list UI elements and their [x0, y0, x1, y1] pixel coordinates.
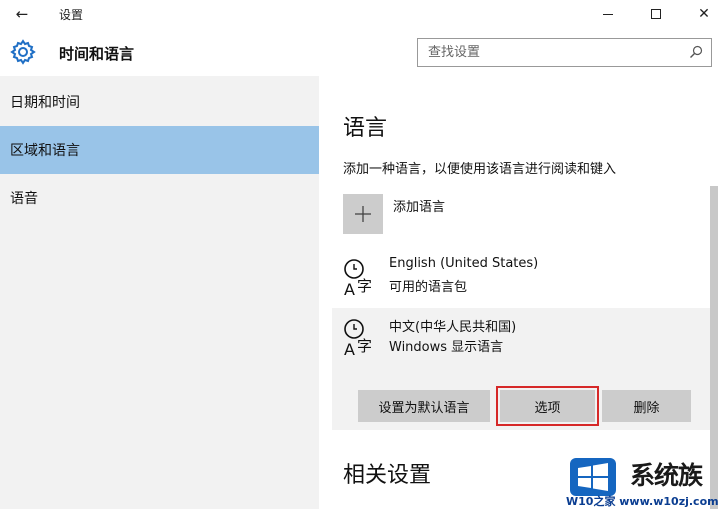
sidebar-item-label: 日期和时间 [10, 95, 80, 111]
svg-text:字: 字 [357, 337, 372, 355]
language-icon: A 字 [344, 259, 372, 298]
maximize-icon [651, 9, 661, 19]
minimize-button[interactable] [584, 0, 632, 28]
add-language-label: 添加语言 [393, 200, 446, 215]
window-title: 设置 [59, 8, 84, 22]
sidebar-item-region-language[interactable]: 区域和语言 [0, 126, 319, 174]
related-settings-title: 相关设置 [343, 463, 432, 488]
sidebar-item-speech[interactable]: 语音 [0, 174, 319, 222]
plus-icon [343, 194, 383, 234]
language-icon: A 字 [344, 319, 372, 358]
sidebar-item-label: 区域和语言 [10, 143, 80, 159]
page-title: 时间和语言 [59, 45, 135, 63]
search-icon[interactable] [689, 45, 703, 59]
language-status: Windows 显示语言 [389, 340, 504, 355]
svg-text:字: 字 [357, 277, 372, 295]
page-header: 时间和语言 [0, 28, 727, 76]
language-section-title: 语言 [343, 116, 388, 141]
sidebar-item-label: 语音 [10, 191, 38, 207]
close-button[interactable]: ✕ [680, 0, 727, 28]
watermark: 系统族 W10之家 www.w10zj.com [560, 452, 727, 509]
remove-button[interactable]: 删除 [602, 390, 691, 422]
title-bar: ← 设置 ✕ [0, 0, 727, 28]
search-box[interactable] [417, 38, 712, 67]
set-default-language-button[interactable]: 设置为默认语言 [358, 390, 490, 422]
add-language-button[interactable]: 添加语言 [343, 194, 603, 234]
language-name: 中文(中华人民共和国) [389, 320, 517, 335]
watermark-brand: 系统族 [630, 461, 703, 490]
sidebar-item-date-time[interactable]: 日期和时间 [0, 78, 319, 126]
language-status: 可用的语言包 [389, 280, 468, 295]
svg-text:A: A [344, 280, 355, 298]
main-content: 语言 添加一种语言，以便使用该语言进行阅读和键入 添加语言 A 字 Englis… [319, 76, 727, 509]
maximize-button[interactable] [632, 0, 680, 28]
language-name: English (United States) [389, 256, 539, 271]
windows-logo-icon [570, 458, 616, 496]
language-description: 添加一种语言，以便使用该语言进行阅读和键入 [343, 162, 617, 177]
minimize-icon [603, 13, 613, 15]
back-arrow-icon: ← [15, 5, 29, 23]
close-icon: ✕ [698, 6, 710, 22]
watermark-url: W10之家 www.w10zj.com [566, 495, 719, 508]
svg-text:A: A [344, 340, 355, 358]
back-button[interactable]: ← [8, 2, 36, 26]
language-item-english[interactable]: A 字 English (United States) 可用的语言包 [332, 248, 714, 308]
sidebar: 日期和时间 区域和语言 语音 [0, 76, 319, 509]
search-input[interactable] [418, 45, 680, 60]
options-button[interactable]: 选项 [496, 386, 599, 426]
language-item-chinese[interactable]: A 字 中文(中华人民共和国) Windows 显示语言 设置为默认语言 选项 … [332, 308, 714, 430]
gear-icon [10, 39, 36, 65]
